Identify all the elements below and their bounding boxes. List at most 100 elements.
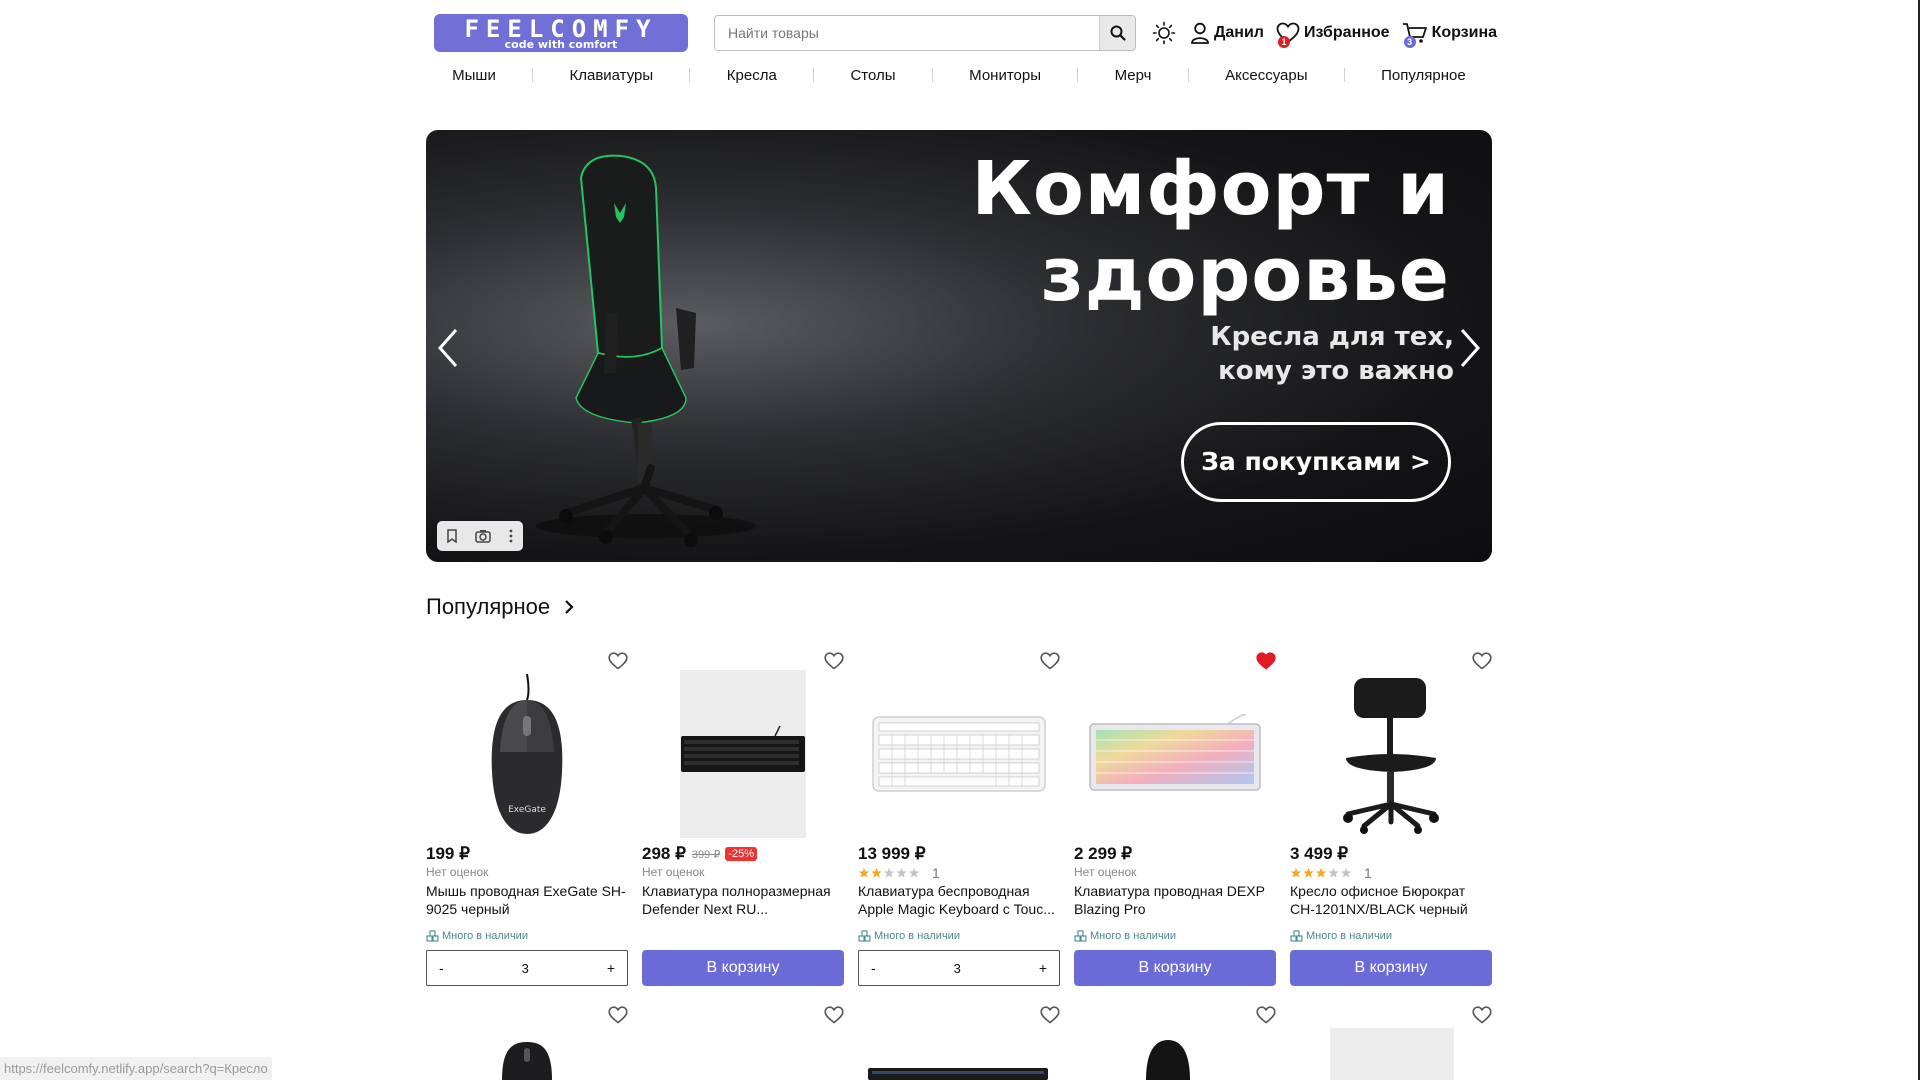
search-input[interactable] — [715, 16, 1100, 50]
user-name: Данил — [1214, 24, 1264, 41]
star-empty-icon — [883, 867, 895, 878]
image-toolbar — [437, 521, 523, 551]
favorite-heart-filled-icon[interactable] — [1256, 652, 1276, 670]
product-name[interactable]: Клавиатура полноразмерная Defender Next … — [642, 882, 844, 918]
favorites-link[interactable]: 1 Избранное — [1276, 22, 1390, 48]
qty-value[interactable]: 3 — [522, 961, 529, 976]
search-button[interactable] — [1099, 16, 1135, 50]
star-filled-icon — [1315, 867, 1327, 878]
boxes-icon — [1290, 930, 1303, 942]
banner-title-line: Комфорт и — [971, 146, 1450, 232]
stock-status: Много в наличии — [1074, 930, 1176, 942]
product-name[interactable]: Клавиатура проводная DEXP Blazing Pro — [1074, 882, 1276, 918]
product-image[interactable] — [1074, 672, 1276, 836]
rating-count: 1 — [1364, 865, 1372, 881]
favorite-heart-icon[interactable] — [1256, 1006, 1276, 1024]
quantity-stepper: - 3 + — [858, 950, 1060, 986]
nav-item-chairs[interactable]: Кресла — [727, 67, 777, 84]
quantity-stepper: - 3 + — [426, 950, 628, 986]
star-empty-icon — [1328, 867, 1339, 878]
bookmark-icon[interactable] — [446, 529, 458, 543]
qty-plus-button[interactable]: + — [1039, 960, 1047, 976]
price-value: 3 499 ₽ — [1290, 844, 1349, 863]
star-empty-icon — [896, 867, 907, 878]
add-to-cart-button[interactable]: В корзину — [1290, 950, 1492, 986]
cart-count-badge: 3 — [1403, 36, 1416, 48]
product-name[interactable]: Клавиатура беспроводная Apple Magic Keyb… — [858, 882, 1060, 918]
nav-divider — [689, 68, 691, 82]
more-options-icon[interactable] — [508, 529, 514, 543]
theme-toggle[interactable] — [1152, 21, 1180, 45]
product-image-placeholder — [1330, 1028, 1454, 1080]
hero-banner[interactable]: Комфорт и здоровье Кресла для тех, кому … — [426, 130, 1492, 562]
favorite-heart-icon[interactable] — [608, 1006, 628, 1024]
product-card[interactable]: ExeGate 199 ₽ Нет оценок Мышь проводная … — [426, 650, 628, 990]
add-to-cart-button[interactable]: В корзину — [642, 950, 844, 986]
product-card[interactable]: 298 ₽ 399 ₽ -25% Нет оценок Клавиатура п… — [642, 650, 844, 990]
favorite-heart-icon[interactable] — [824, 1006, 844, 1024]
qty-minus-button[interactable]: - — [871, 960, 876, 976]
keyboard-image — [680, 670, 806, 838]
stock-status: Много в наличии — [426, 930, 528, 942]
mouse-image — [502, 1042, 552, 1080]
stock-text: Много в наличии — [1090, 930, 1176, 942]
nav-item-mice[interactable]: Мыши — [452, 67, 496, 84]
add-to-cart-button[interactable]: В корзину — [1074, 950, 1276, 986]
boxes-icon — [858, 930, 871, 942]
old-price: 399 ₽ — [691, 848, 721, 861]
banner-next-arrow-icon[interactable] — [1458, 326, 1482, 370]
rating-stars-icon — [858, 867, 920, 878]
favorite-heart-icon[interactable] — [1040, 1006, 1060, 1024]
product-price: 2 299 ₽ — [1074, 844, 1132, 864]
product-card[interactable]: 3 499 ₽ 1 Кресло офисное Бюрократ CH-120… — [1290, 650, 1492, 990]
price-value: 298 ₽ — [642, 844, 686, 863]
product-name[interactable]: Мышь проводная ExeGate SH-9025 черный — [426, 882, 628, 918]
product-image[interactable] — [642, 670, 844, 838]
favorite-heart-icon[interactable] — [1472, 652, 1492, 670]
popular-section-link[interactable]: Популярное — [426, 594, 574, 620]
star-filled-icon — [858, 867, 870, 878]
cart-label: Корзина — [1431, 24, 1498, 41]
product-name[interactable]: Кресло офисное Бюрократ CH-1201NX/BLACK … — [1290, 882, 1492, 918]
favorite-heart-icon[interactable] — [824, 652, 844, 670]
site-logo[interactable]: FEELCOMFY code with comfort — [434, 14, 688, 52]
qty-plus-button[interactable]: + — [607, 960, 615, 976]
favorites-label: Избранное — [1303, 24, 1390, 41]
cart-link[interactable]: 3 Корзина — [1402, 22, 1498, 48]
nav-divider — [931, 68, 933, 82]
product-rating: Нет оценок — [426, 865, 488, 879]
section-title: Популярное — [426, 594, 551, 619]
favorite-heart-icon[interactable] — [1040, 652, 1060, 670]
product-rating: 1 — [1290, 865, 1372, 881]
price-value: 13 999 ₽ — [858, 844, 926, 863]
camera-icon[interactable] — [475, 529, 491, 543]
rgb-keyboard-image — [1089, 714, 1261, 791]
product-grid-row-2 — [426, 1002, 1492, 1080]
product-image[interactable]: ExeGate — [426, 672, 628, 836]
product-price: 199 ₽ — [426, 844, 470, 864]
stock-status: Много в наличии — [1290, 930, 1392, 942]
product-image[interactable] — [858, 672, 1060, 836]
nav-item-accessories[interactable]: Аксессуары — [1225, 67, 1307, 84]
nav-item-popular[interactable]: Популярное — [1381, 67, 1466, 84]
product-card[interactable]: 2 299 ₽ Нет оценок Клавиатура проводная … — [1074, 650, 1276, 990]
nav-item-desks[interactable]: Столы — [850, 67, 895, 84]
product-card[interactable]: 13 999 ₽ 1 Клавиатура беспроводная Apple… — [858, 650, 1060, 990]
nav-item-keyboards[interactable]: Клавиатуры — [569, 67, 653, 84]
qty-minus-button[interactable]: - — [439, 960, 444, 976]
gaming-chair-image — [536, 154, 756, 547]
banner-prev-arrow-icon[interactable] — [436, 326, 460, 370]
favorite-heart-icon[interactable] — [608, 652, 628, 670]
nav-divider — [532, 68, 534, 82]
user-profile-link[interactable]: Данил — [1190, 22, 1264, 44]
favorite-heart-icon[interactable] — [1472, 1006, 1492, 1024]
search-icon — [1110, 25, 1126, 41]
product-image[interactable] — [1290, 672, 1492, 836]
nav-divider — [1187, 68, 1189, 82]
banner-cta-button[interactable]: За покупками > — [1181, 422, 1451, 502]
keyboard-image — [872, 716, 1046, 792]
star-empty-icon — [1340, 867, 1352, 878]
qty-value[interactable]: 3 — [954, 961, 961, 976]
nav-item-merch[interactable]: Мерч — [1115, 67, 1152, 84]
nav-item-monitors[interactable]: Мониторы — [969, 67, 1041, 84]
